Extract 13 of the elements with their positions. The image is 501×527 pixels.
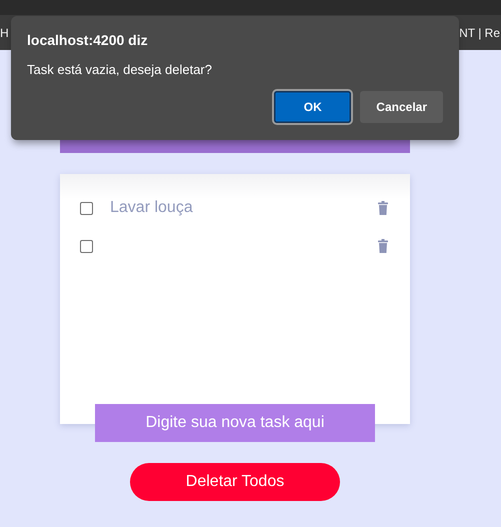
new-task-field[interactable]: Digite sua nova task aqui <box>95 404 375 442</box>
dialog-message: Task está vazia, deseja deletar? <box>27 62 213 77</box>
task-text: Lavar louça <box>110 199 194 217</box>
delete-all-button[interactable]: Deletar Todos <box>130 463 340 501</box>
ok-button[interactable]: OK <box>274 91 352 123</box>
task-checkbox[interactable] <box>80 240 93 252</box>
bookmark-link[interactable]: H <box>0 26 9 40</box>
dialog-title: localhost:4200 diz <box>27 32 149 48</box>
trash-icon[interactable] <box>378 201 388 215</box>
cancel-button[interactable]: Cancelar <box>360 91 443 123</box>
trash-icon[interactable] <box>378 239 388 253</box>
bookmark-link[interactable]: NT | Re <box>459 26 500 40</box>
task-checkbox[interactable] <box>80 202 93 214</box>
